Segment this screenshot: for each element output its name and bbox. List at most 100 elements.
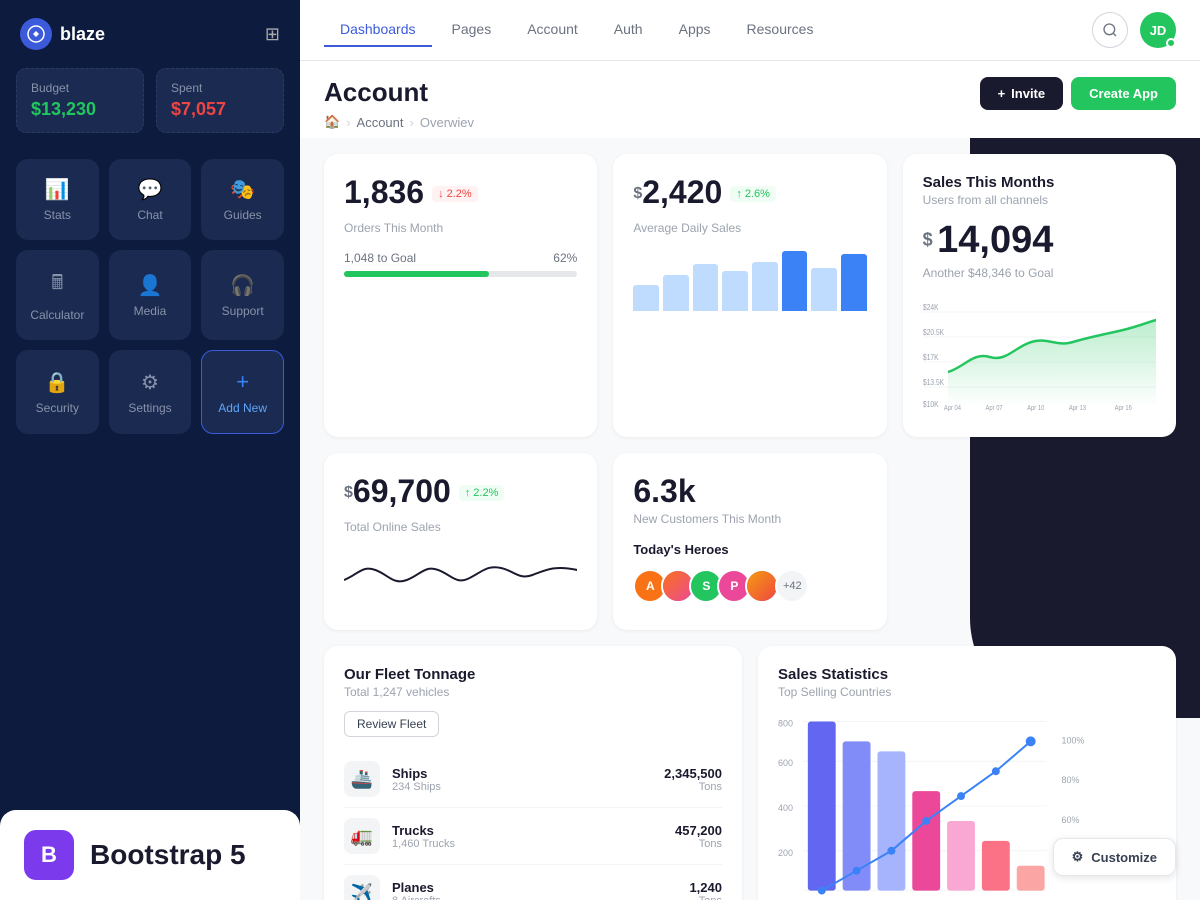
user-avatar[interactable]: JD — [1140, 12, 1176, 48]
bar-3 — [693, 264, 719, 311]
online-sales-value: 69,700 — [353, 473, 451, 510]
heroes-section: Today's Heroes A S P +42 — [633, 542, 866, 603]
topnav-left: Dashboards Pages Account Auth Apps Resou… — [324, 13, 829, 47]
planes-value: 1,240 — [689, 880, 722, 895]
media-icon: 👤 — [138, 273, 163, 298]
breadcrumb-overview: Overwiev — [420, 115, 474, 130]
sidebar-item-support[interactable]: 🎧 Support — [201, 250, 284, 340]
svg-text:400: 400 — [778, 803, 793, 813]
sidebar-item-calculator[interactable]: 🖩 Calculator — [16, 250, 99, 340]
planes-sub: 8 Aircrafts — [392, 895, 441, 900]
add-new-label: Add New — [218, 401, 267, 415]
svg-text:Apr 10: Apr 10 — [1027, 405, 1045, 412]
create-app-button[interactable]: Create App — [1071, 77, 1176, 110]
orders-value: 1,836 — [344, 174, 424, 211]
customize-button[interactable]: ⚙ Customize — [1053, 838, 1176, 876]
security-icon: 🔒 — [45, 370, 70, 395]
daily-sales-value: 2,420 — [642, 174, 722, 211]
breadcrumb-account[interactable]: Account — [357, 115, 404, 130]
menu-icon[interactable]: ⊞ — [265, 24, 280, 45]
bootstrap-label: Bootstrap 5 — [90, 839, 246, 871]
fleet-row-ships: 🚢 Ships 234 Ships 2,345,500 Tons — [344, 751, 722, 808]
budget-card: Budget $13,230 — [16, 68, 144, 133]
chat-label: Chat — [137, 208, 162, 222]
new-customers-card: 6.3k New Customers This Month Today's He… — [613, 453, 886, 630]
bar-6 — [782, 251, 808, 311]
svg-text:Apr 07: Apr 07 — [985, 405, 1003, 412]
daily-sales-chart — [633, 251, 866, 311]
home-icon: 🏠 — [324, 114, 340, 130]
hero-count: +42 — [775, 569, 809, 603]
sidebar-item-media[interactable]: 👤 Media — [109, 250, 192, 340]
trucks-name: Trucks — [392, 823, 455, 838]
review-fleet-button[interactable]: Review Fleet — [344, 711, 439, 737]
online-dollar: $ — [344, 484, 353, 502]
fleet-title: Our Fleet Tonnage — [344, 666, 722, 683]
trucks-value: 457,200 — [675, 823, 722, 838]
calculator-label: Calculator — [30, 308, 84, 322]
bootstrap-badge: B Bootstrap 5 — [0, 810, 300, 900]
daily-sales-change: ↑ 2.6% — [730, 186, 776, 202]
svg-text:800: 800 — [778, 718, 793, 728]
bar-2 — [663, 275, 689, 311]
spent-value: $7,057 — [171, 99, 269, 120]
online-sales-card: $ 69,700 ↑ 2.2% Total Online Sales — [324, 453, 597, 630]
tab-resources[interactable]: Resources — [731, 13, 830, 47]
orders-card: 1,836 ↓ 2.2% Orders This Month 1,048 to … — [324, 154, 597, 437]
trucks-sub: 1,460 Trucks — [392, 838, 455, 850]
add-icon: + — [236, 369, 249, 395]
support-label: Support — [222, 304, 264, 318]
sidebar-item-guides[interactable]: 🎭 Guides — [201, 159, 284, 240]
sidebar-item-settings[interactable]: ⚙ Settings — [109, 350, 192, 434]
bottom-row: Our Fleet Tonnage Total 1,247 vehicles R… — [324, 646, 1176, 900]
heroes-title: Today's Heroes — [633, 542, 866, 557]
tab-auth[interactable]: Auth — [598, 13, 659, 47]
bar-8 — [841, 254, 867, 311]
svg-text:Apr 13: Apr 13 — [1068, 405, 1086, 412]
budget-label: Budget — [31, 81, 129, 95]
top-navigation: Dashboards Pages Account Auth Apps Resou… — [300, 0, 1200, 61]
sales-month-value: 14,094 — [937, 219, 1053, 261]
settings-label: Settings — [128, 401, 171, 415]
sidebar-item-add-new[interactable]: + Add New — [201, 350, 284, 434]
tab-pages[interactable]: Pages — [436, 13, 508, 47]
sidebar-item-security[interactable]: 🔒 Security — [16, 350, 99, 434]
online-sales-label: Total Online Sales — [344, 520, 577, 534]
main-content: Dashboards Pages Account Auth Apps Resou… — [300, 0, 1200, 900]
settings-icon: ⚙ — [141, 370, 159, 395]
budget-value: $13,230 — [31, 99, 129, 120]
bar-7 — [811, 268, 837, 311]
tab-apps[interactable]: Apps — [663, 13, 727, 47]
svg-text:Apr 16: Apr 16 — [1114, 405, 1132, 412]
daily-sales-label: Average Daily Sales — [633, 221, 866, 235]
svg-text:600: 600 — [778, 758, 793, 768]
planes-unit: Tons — [689, 895, 722, 900]
progress-pct: 62% — [553, 251, 577, 265]
stats-row-1: 1,836 ↓ 2.2% Orders This Month 1,048 to … — [324, 154, 1176, 437]
daily-sales-card: $ 2,420 ↑ 2.6% Average Daily Sales — [613, 154, 886, 437]
fleet-row-trucks: 🚛 Trucks 1,460 Trucks 457,200 Tons — [344, 808, 722, 865]
ships-name: Ships — [392, 766, 441, 781]
invite-button[interactable]: + Invite — [980, 77, 1064, 110]
sidebar-item-stats[interactable]: 📊 Stats — [16, 159, 99, 240]
stats-label: Stats — [44, 208, 71, 222]
sidebar: blaze ⊞ Budget $13,230 Spent $7,057 📊 St… — [0, 0, 300, 900]
nav-grid: 📊 Stats 💬 Chat 🎭 Guides 🖩 Calculator 👤 M… — [0, 149, 300, 444]
heroes-avatars: A S P +42 — [633, 569, 866, 603]
orders-change: ↓ 2.2% — [432, 186, 478, 202]
search-button[interactable] — [1092, 12, 1128, 48]
chat-icon: 💬 — [138, 177, 163, 202]
sales-month-card: Sales This Months Users from all channel… — [903, 154, 1176, 437]
tab-dashboards[interactable]: Dashboards — [324, 13, 432, 47]
svg-text:$17K: $17K — [923, 352, 939, 362]
budget-row: Budget $13,230 Spent $7,057 — [0, 68, 300, 149]
tab-account[interactable]: Account — [511, 13, 594, 47]
sales-month-subtitle: Users from all channels — [923, 193, 1156, 207]
sales-goal-text: Another $48,346 to Goal — [923, 266, 1156, 280]
svg-text:200: 200 — [778, 848, 793, 858]
orders-label: Orders This Month — [344, 221, 577, 235]
customize-label: Customize — [1091, 850, 1157, 865]
sales-stats-title: Sales Statistics — [778, 666, 1156, 683]
wavy-chart — [344, 550, 577, 610]
sidebar-item-chat[interactable]: 💬 Chat — [109, 159, 192, 240]
